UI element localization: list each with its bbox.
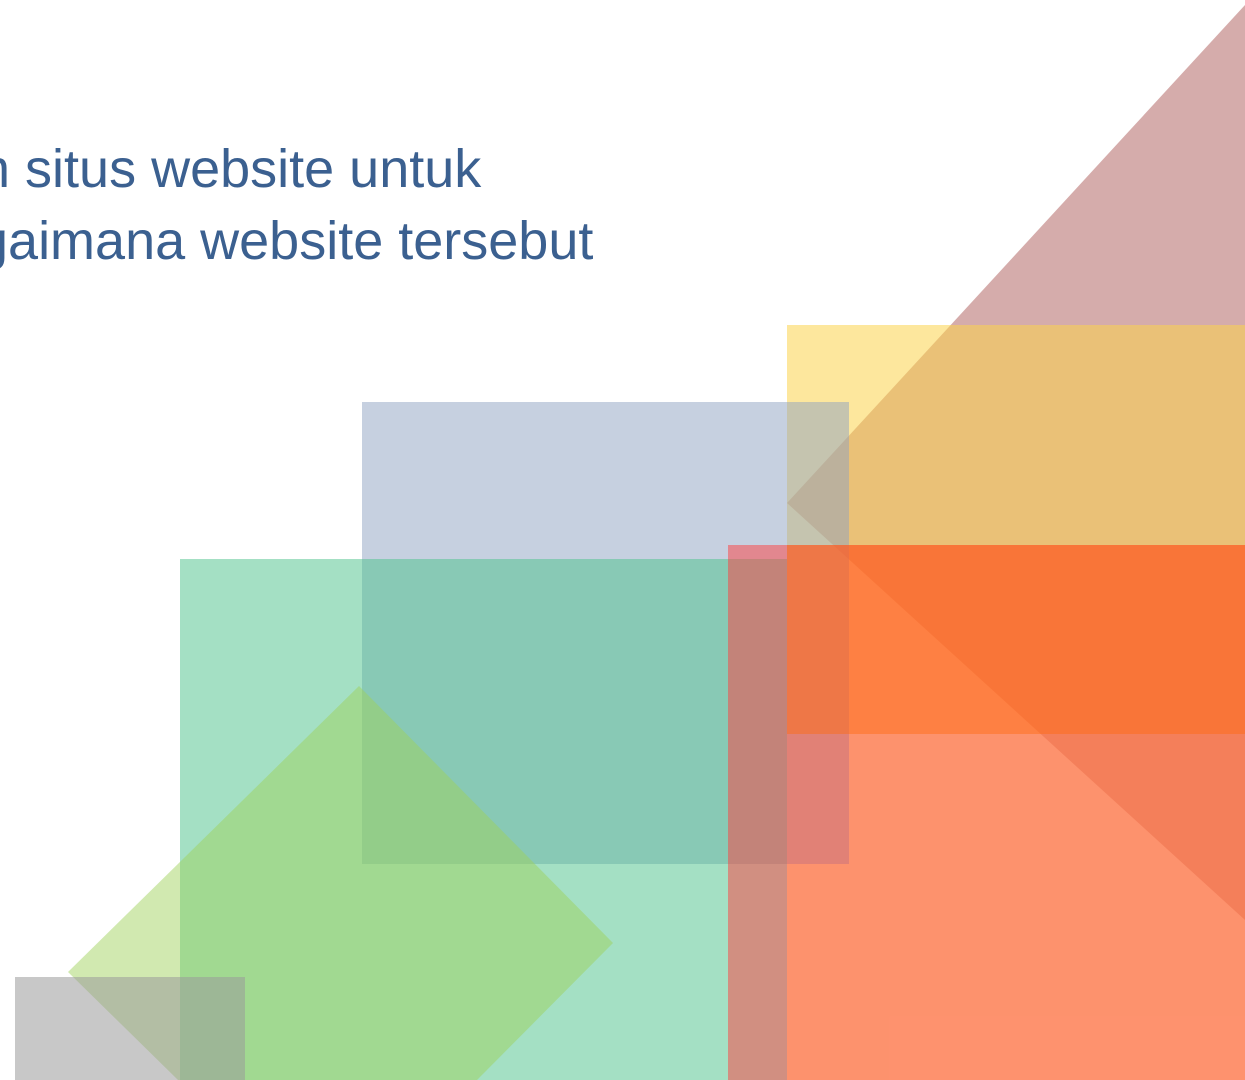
gray-rectangle xyxy=(15,977,245,1080)
orange-band xyxy=(787,545,1245,734)
slide-text-line-2: gaimana website tersebut xyxy=(0,211,594,271)
slide-text-line-1: n situs website untuk xyxy=(0,139,482,199)
slide-text: n situs website untuk gaimana website te… xyxy=(0,133,1245,277)
